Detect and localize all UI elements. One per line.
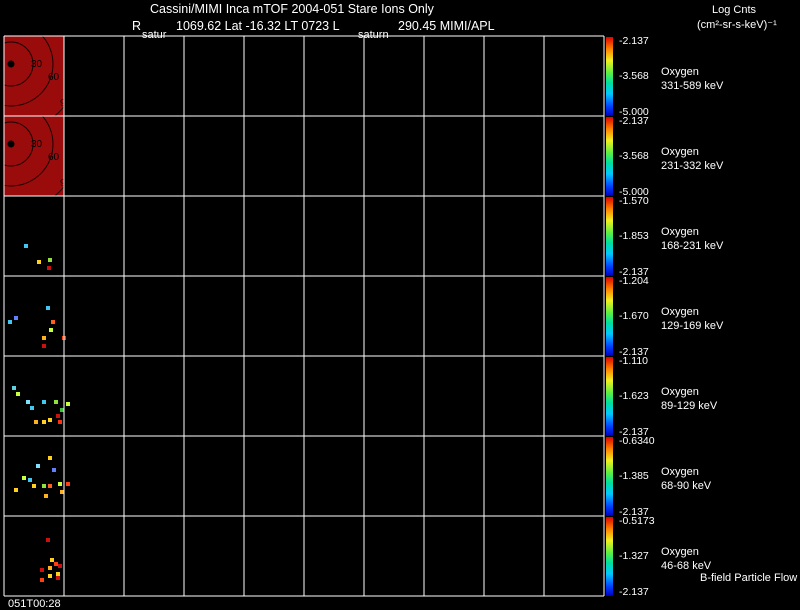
- count-pixel: [42, 344, 46, 348]
- colorbar-tick-mid: -3.568: [619, 150, 649, 162]
- count-pixel: [66, 402, 70, 406]
- colorbar-tick-top: -0.5173: [619, 515, 655, 527]
- colorbar: [606, 197, 613, 276]
- species-label: Oxygen: [661, 66, 699, 78]
- count-pixel: [48, 456, 52, 460]
- colorbar-tick-top: -1.110: [619, 355, 648, 367]
- energy-label: 89-129 keV: [661, 400, 718, 412]
- count-pixel: [48, 484, 52, 488]
- count-pixel: [28, 478, 32, 482]
- colorbar-tick-top: -0.6340: [619, 435, 655, 447]
- colorbar: [606, 117, 613, 196]
- count-pixel: [40, 568, 44, 572]
- count-pixel: [47, 266, 51, 270]
- count-pixel: [44, 494, 48, 498]
- count-pixel: [50, 558, 54, 562]
- count-pixel: [46, 306, 50, 310]
- energy-label: 231-332 keV: [661, 160, 724, 172]
- count-pixel: [16, 392, 20, 396]
- count-pixel: [42, 420, 46, 424]
- count-pixel: [12, 386, 16, 390]
- count-pixel: [42, 484, 46, 488]
- colorbar: [606, 277, 613, 356]
- count-pixel: [8, 320, 12, 324]
- count-pixel: [49, 328, 53, 332]
- colorbar-tick-mid: -1.327: [619, 550, 649, 562]
- count-pixel: [48, 258, 52, 262]
- count-pixel: [22, 476, 26, 480]
- species-label: Oxygen: [661, 386, 699, 398]
- energy-label: 68-90 keV: [661, 480, 712, 492]
- count-pixel: [42, 336, 46, 340]
- count-pixel: [60, 408, 64, 412]
- count-pixel: [34, 420, 38, 424]
- pixel-panel: [24, 244, 52, 270]
- count-pixel: [66, 482, 70, 486]
- count-pixel: [36, 464, 40, 468]
- count-pixel: [58, 482, 62, 486]
- ring-label: 9: [60, 178, 66, 189]
- count-pixel: [40, 578, 44, 582]
- pixel-panel: [14, 456, 70, 498]
- count-pixel: [54, 562, 58, 566]
- saturn-center-mark: [7, 60, 15, 68]
- species-label: Oxygen: [661, 146, 699, 158]
- energy-label: 331-589 keV: [661, 80, 724, 92]
- count-pixel: [14, 488, 18, 492]
- pixel-panel: [8, 306, 66, 348]
- count-pixel: [26, 400, 30, 404]
- energy-label: 129-169 keV: [661, 320, 724, 332]
- count-pixel: [14, 316, 18, 320]
- count-pixel: [56, 576, 60, 580]
- ring-label: 60: [48, 152, 60, 163]
- ring-label: 60: [48, 72, 60, 83]
- colorbar-tick-bottom: -2.137: [619, 586, 649, 598]
- count-pixel: [54, 400, 58, 404]
- colorbar-tick-mid: -1.623: [619, 390, 649, 402]
- pixel-panel: [40, 538, 62, 582]
- ring-label: 30: [31, 139, 43, 150]
- count-pixel: [56, 414, 60, 418]
- count-pixel: [48, 418, 52, 422]
- count-pixel: [52, 468, 56, 472]
- colorbar-tick-top: -2.137: [619, 115, 649, 127]
- saturn-center-mark: [7, 140, 15, 148]
- species-label: Oxygen: [661, 306, 699, 318]
- colorbar-tick-mid: -1.385: [619, 470, 649, 482]
- count-pixel: [32, 484, 36, 488]
- count-pixel: [58, 564, 62, 568]
- time-label: 051T00:28: [8, 598, 61, 610]
- colorbar-tick-top: -2.137: [619, 35, 649, 47]
- saturn-image-panel: 30 60 9: [4, 36, 66, 116]
- count-pixel: [58, 420, 62, 424]
- count-pixel: [51, 320, 55, 324]
- count-pixel: [42, 400, 46, 404]
- count-pixel: [56, 572, 60, 576]
- colorbar: [606, 357, 613, 436]
- pixel-panel: [12, 386, 70, 424]
- count-pixel: [48, 574, 52, 578]
- ring-label: 9: [60, 98, 66, 109]
- colorbar: [606, 517, 613, 596]
- colorbar-tick-top: -1.570: [619, 195, 649, 207]
- bfield-label: B-field Particle Flow: [700, 572, 798, 584]
- energy-label: 168-231 keV: [661, 240, 724, 252]
- colorbar-tick-top: -1.204: [619, 275, 649, 287]
- species-label: Oxygen: [661, 466, 699, 478]
- colorbar-tick-mid: -3.568: [619, 70, 649, 82]
- colorbar: [606, 437, 613, 516]
- count-pixel: [46, 538, 50, 542]
- colorbar-tick-mid: -1.670: [619, 310, 649, 322]
- count-pixel: [37, 260, 41, 264]
- count-pixel: [48, 566, 52, 570]
- count-pixel: [60, 490, 64, 494]
- colorbar: [606, 37, 613, 116]
- count-pixel: [24, 244, 28, 248]
- colorbar-tick-mid: -1.853: [619, 230, 649, 242]
- species-label: Oxygen: [661, 226, 699, 238]
- ring-label: 30: [31, 59, 43, 70]
- species-label: Oxygen: [661, 546, 699, 558]
- count-pixel: [30, 406, 34, 410]
